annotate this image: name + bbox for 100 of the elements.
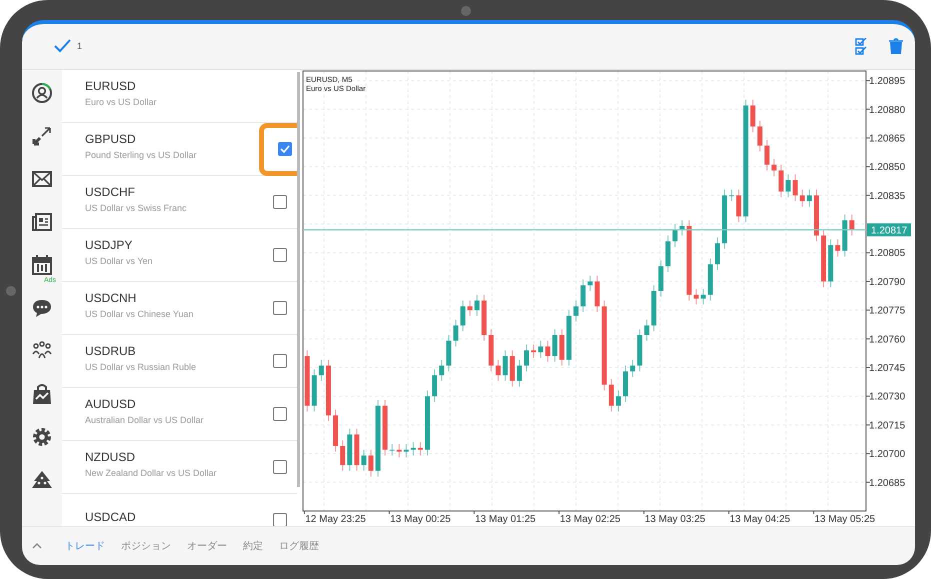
candle	[764, 139, 770, 171]
symbol-name: GBPUSD	[85, 132, 137, 146]
price-label: 1.20685	[869, 478, 906, 489]
candle	[623, 365, 628, 402]
candle	[714, 236, 720, 270]
candle	[786, 174, 791, 198]
candle	[680, 220, 685, 236]
symbol-description: Euro vs US Dollar	[85, 96, 158, 107]
candle	[736, 189, 742, 223]
current-price: 1.20817	[871, 225, 908, 236]
candle	[333, 409, 338, 452]
candle	[821, 229, 826, 288]
candle	[390, 443, 395, 456]
candle	[404, 443, 409, 458]
candle	[672, 223, 678, 248]
symbol-name: AUDUSD	[85, 396, 137, 411]
news-icon[interactable]	[31, 210, 53, 233]
trash-icon	[889, 38, 903, 55]
candle	[439, 359, 444, 382]
chevron-up-icon[interactable]	[32, 542, 42, 550]
symbol-description: US Dollar vs Swiss Franc	[85, 202, 188, 213]
tab[interactable]: トレード	[64, 536, 106, 555]
candle	[502, 350, 508, 382]
candle	[800, 189, 805, 208]
symbol-name: USDJPY	[85, 238, 134, 252]
account-icon[interactable]	[31, 82, 53, 104]
candle	[510, 350, 515, 388]
candle	[368, 449, 374, 477]
candle	[326, 359, 331, 422]
candle	[482, 294, 487, 342]
time-label: 13 May 00:25	[390, 514, 451, 525]
trade-icon[interactable]	[31, 124, 53, 147]
delete-button[interactable]	[889, 38, 903, 55]
market-icon[interactable]	[31, 382, 53, 405]
checkbox[interactable]	[273, 354, 287, 368]
candle	[531, 344, 536, 358]
symbol-description: US Dollar vs Chinese Yuan	[85, 308, 194, 319]
checkbox[interactable]	[278, 142, 292, 156]
checkbox[interactable]	[273, 248, 287, 262]
candle	[559, 328, 564, 366]
checkbox[interactable]	[273, 406, 287, 421]
confirm-button[interactable]	[54, 39, 71, 54]
candle	[460, 300, 466, 332]
candle	[665, 234, 670, 272]
candle	[467, 300, 472, 316]
candle	[580, 278, 586, 312]
tab[interactable]: オーダー	[186, 536, 228, 555]
scrollbar[interactable]	[297, 72, 300, 487]
candle	[588, 275, 593, 292]
candle	[594, 275, 600, 312]
candle	[772, 158, 777, 177]
checkbox[interactable]	[273, 512, 287, 526]
checklist-icon	[855, 38, 867, 55]
symbol-name: EURUSD	[85, 78, 137, 93]
select-all-button[interactable]	[855, 38, 867, 55]
candle	[644, 319, 650, 342]
candle	[616, 390, 621, 412]
price-label: 1.20850	[869, 162, 906, 174]
candle	[340, 440, 346, 472]
symbol-name: USDCNH	[85, 290, 138, 305]
price-label: 1.20745	[869, 362, 906, 374]
checkmark-icon	[54, 39, 71, 54]
candle	[750, 99, 756, 133]
candle	[474, 294, 480, 316]
tab[interactable]: 約定	[242, 536, 264, 555]
candle	[835, 238, 840, 257]
time-label: 13 May 04:25	[730, 514, 790, 525]
time-label: 13 May 03:25	[644, 514, 706, 525]
candle	[566, 310, 572, 366]
tab[interactable]: ポジション	[120, 536, 172, 555]
candle	[630, 359, 636, 378]
symbol-name: USDCAD	[85, 510, 137, 524]
candle	[722, 189, 728, 250]
checkbox[interactable]	[273, 194, 287, 209]
checkbox[interactable]	[273, 460, 287, 474]
price-label: 1.20835	[869, 190, 906, 202]
price-label: 1.20775	[869, 306, 906, 317]
price-label: 1.20700	[869, 449, 906, 460]
candle	[432, 368, 438, 402]
candle	[708, 258, 713, 301]
tab[interactable]: ログ履歴	[278, 536, 320, 555]
candle	[778, 164, 784, 198]
price-label: 1.20790	[869, 276, 906, 288]
candle	[382, 399, 388, 456]
candle	[396, 443, 402, 458]
price-label: 1.20760	[869, 334, 906, 346]
calendar-icon[interactable]	[31, 254, 53, 276]
candle	[637, 328, 642, 372]
candle	[814, 189, 819, 242]
symbol-description: Australian Dollar vs US Dollar	[85, 414, 205, 425]
candle	[608, 378, 614, 412]
candle	[446, 334, 452, 372]
tree-icon[interactable]	[31, 468, 53, 491]
price-label: 1.20895	[869, 76, 906, 87]
candle	[410, 442, 416, 456]
candle	[496, 359, 501, 382]
candle	[700, 288, 706, 305]
checkbox[interactable]	[273, 300, 287, 315]
settings-icon[interactable]	[31, 426, 53, 448]
candle	[516, 359, 522, 388]
